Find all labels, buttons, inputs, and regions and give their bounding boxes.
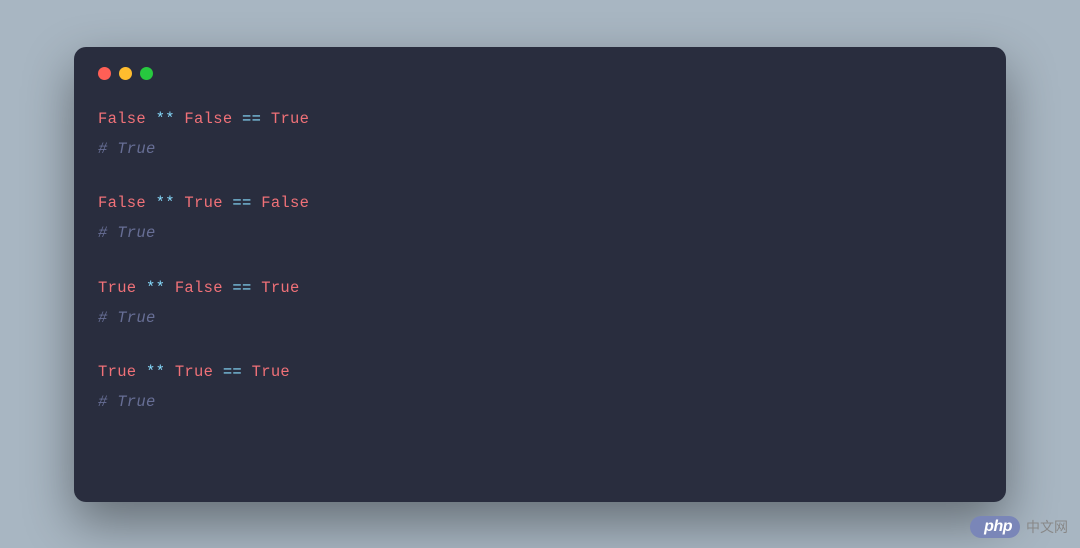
watermark-text: 中文网 xyxy=(1026,517,1068,537)
keyword-false: False xyxy=(261,194,309,212)
comment: # True xyxy=(98,224,156,242)
code-line-8: # True xyxy=(98,391,982,414)
code-line-2: # True xyxy=(98,138,982,161)
operator-equals: == xyxy=(223,279,261,297)
operator-equals: == xyxy=(232,110,270,128)
operator-power: ** xyxy=(146,110,184,128)
keyword-true: True xyxy=(261,279,299,297)
keyword-false: False xyxy=(98,110,146,128)
code-block: False ** False == True # True False ** T… xyxy=(98,108,982,415)
maximize-button[interactable] xyxy=(140,67,153,80)
blank-line xyxy=(98,168,982,192)
close-button[interactable] xyxy=(98,67,111,80)
keyword-true: True xyxy=(175,363,213,381)
comment: # True xyxy=(98,393,156,411)
comment: # True xyxy=(98,309,156,327)
keyword-true: True xyxy=(271,110,309,128)
blank-line xyxy=(98,337,982,361)
comment: # True xyxy=(98,140,156,158)
keyword-false: False xyxy=(98,194,146,212)
code-line-7: True ** True == True xyxy=(98,361,982,384)
code-line-4: # True xyxy=(98,222,982,245)
minimize-button[interactable] xyxy=(119,67,132,80)
keyword-true: True xyxy=(184,194,222,212)
operator-equals: == xyxy=(223,194,261,212)
keyword-false: False xyxy=(175,279,223,297)
operator-equals: == xyxy=(213,363,251,381)
watermark: php 中文网 xyxy=(970,516,1068,538)
keyword-false: False xyxy=(184,110,232,128)
operator-power: ** xyxy=(136,279,174,297)
php-logo-badge: php xyxy=(970,516,1020,538)
code-line-3: False ** True == False xyxy=(98,192,982,215)
window-controls xyxy=(98,67,982,80)
blank-line xyxy=(98,253,982,277)
keyword-true: True xyxy=(98,279,136,297)
code-line-5: True ** False == True xyxy=(98,277,982,300)
keyword-true: True xyxy=(98,363,136,381)
code-window: False ** False == True # True False ** T… xyxy=(74,47,1006,502)
code-line-1: False ** False == True xyxy=(98,108,982,131)
keyword-true: True xyxy=(252,363,290,381)
code-line-6: # True xyxy=(98,307,982,330)
operator-power: ** xyxy=(146,194,184,212)
operator-power: ** xyxy=(136,363,174,381)
